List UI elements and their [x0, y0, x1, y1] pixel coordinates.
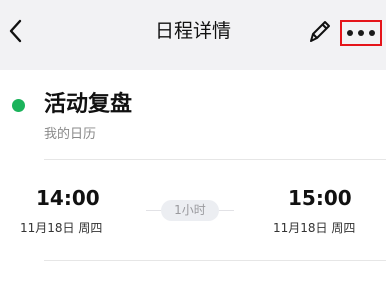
divider — [44, 260, 386, 261]
duration-connector-right — [219, 210, 234, 211]
top-bar: 日程详情 — [0, 0, 386, 62]
event-title: 活动复盘 — [44, 92, 133, 117]
schedule-detail-screen: 日程详情 活动复盘 我的日历 14:00 11月18日 周四 1小时 15:00… — [0, 0, 386, 283]
calendar-color-dot — [12, 99, 25, 112]
edit-button[interactable] — [306, 16, 332, 46]
calendar-name: 我的日历 — [44, 127, 97, 142]
duration-connector-left — [146, 210, 161, 211]
pencil-icon — [310, 21, 330, 42]
duration-badge: 1小时 — [161, 200, 219, 221]
more-horizontal-icon-dot — [347, 30, 353, 36]
start-time: 14:00 — [36, 186, 100, 210]
more-horizontal-icon-dot — [369, 30, 375, 36]
divider — [44, 159, 386, 160]
end-date: 11月18日 周四 — [273, 221, 356, 235]
more-horizontal-icon-dot — [358, 30, 364, 36]
start-date: 11月18日 周四 — [20, 221, 103, 235]
more-options-button[interactable] — [340, 20, 382, 46]
end-time: 15:00 — [288, 186, 352, 210]
